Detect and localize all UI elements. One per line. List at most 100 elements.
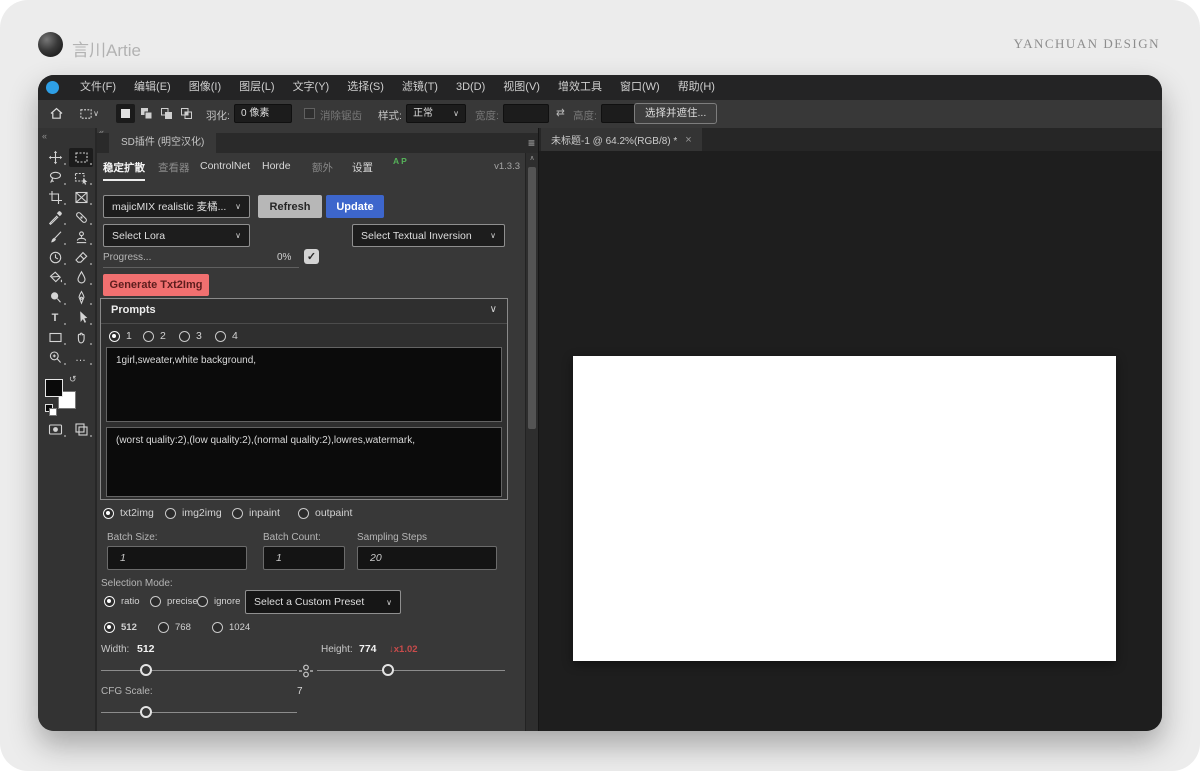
size-512-radio[interactable] xyxy=(104,622,115,633)
prompt-slot-3[interactable]: 3 xyxy=(179,330,202,342)
ratio-radio[interactable] xyxy=(104,596,115,607)
tool-move[interactable] xyxy=(43,148,67,167)
positive-prompt-textarea[interactable]: 1girl,sweater,white background, xyxy=(106,347,502,422)
tool-rect-marquee[interactable] xyxy=(69,148,93,167)
mode-inpaint-radio[interactable] xyxy=(232,508,243,519)
cfg-slider-track[interactable] xyxy=(101,712,297,713)
cfg-slider-knob[interactable] xyxy=(140,706,152,718)
tool-pen[interactable] xyxy=(69,288,93,307)
foreground-color-swatch[interactable] xyxy=(45,379,63,397)
reset-colors-icon[interactable]: ↺ xyxy=(69,374,77,385)
height-slider-track[interactable] xyxy=(317,670,505,671)
tool-dodge[interactable] xyxy=(43,288,67,307)
tool-crop[interactable] xyxy=(43,188,67,207)
tool-healing-brush[interactable] xyxy=(69,208,93,227)
selection-add-button[interactable] xyxy=(137,104,156,123)
size-1024-radio[interactable] xyxy=(212,622,223,633)
size-768-radio[interactable] xyxy=(158,622,169,633)
default-colors-icon[interactable] xyxy=(45,404,55,414)
tab-settings[interactable]: 设置 xyxy=(352,160,373,175)
size-1024[interactable]: 1024 xyxy=(212,622,250,633)
selection-subtract-button[interactable] xyxy=(157,104,176,123)
menu-item-file[interactable]: 文件(F) xyxy=(71,75,125,100)
prompts-header[interactable]: Prompts ∨ xyxy=(101,299,507,324)
width-slider[interactable] xyxy=(101,664,297,678)
custom-preset-select[interactable]: Select a Custom Preset ∨ xyxy=(245,590,401,614)
negative-prompt-textarea[interactable]: (worst quality:2),(low quality:2),(norma… xyxy=(106,427,502,497)
tool-more[interactable]: … xyxy=(69,348,93,367)
home-button[interactable] xyxy=(47,104,66,123)
tool-clone-stamp[interactable] xyxy=(69,228,93,247)
mode-img2img[interactable]: img2img xyxy=(165,507,222,519)
mode-inpaint[interactable]: inpaint xyxy=(232,507,280,519)
mode-img2img-radio[interactable] xyxy=(165,508,176,519)
prompt-slot-4[interactable]: 4 xyxy=(215,330,238,342)
menu-item-window[interactable]: 窗口(W) xyxy=(611,75,669,100)
collapse-toolbar-icon[interactable]: « xyxy=(42,131,47,141)
antialias-checkbox[interactable] xyxy=(304,108,315,119)
mode-txt2img[interactable]: txt2img xyxy=(103,507,154,519)
panel-scrollbar[interactable]: ∧ xyxy=(525,153,538,731)
prompt-slot-2[interactable]: 2 xyxy=(143,330,166,342)
sampling-steps-input[interactable]: 20 xyxy=(357,546,497,570)
tool-type[interactable]: T xyxy=(43,308,67,327)
ignore-radio[interactable] xyxy=(197,596,208,607)
tab-stable-diffusion[interactable]: 稳定扩散 xyxy=(103,160,145,181)
link-dimensions-icon[interactable] xyxy=(299,662,313,680)
update-button[interactable]: Update xyxy=(326,195,384,218)
menu-item-layer[interactable]: 图层(L) xyxy=(230,75,283,100)
batch-count-input[interactable]: 1 xyxy=(263,546,345,570)
textual-inversion-select[interactable]: Select Textual Inversion ∨ xyxy=(352,224,505,247)
swap-dimensions-icon[interactable]: ⇄ xyxy=(556,107,565,119)
height-slider-knob[interactable] xyxy=(382,664,394,676)
selection-mode-ratio[interactable]: ratio xyxy=(104,596,139,607)
screen-mode-button[interactable] xyxy=(69,420,93,439)
precise-radio[interactable] xyxy=(150,596,161,607)
tool-eraser[interactable] xyxy=(69,248,93,267)
selection-intersect-button[interactable] xyxy=(177,104,196,123)
refresh-button[interactable]: Refresh xyxy=(258,195,322,218)
width-slider-track[interactable] xyxy=(101,670,297,671)
size-512[interactable]: 512 xyxy=(104,622,137,633)
tool-object-selection[interactable] xyxy=(69,168,93,187)
scroll-up-icon[interactable]: ∧ xyxy=(526,154,538,162)
selection-new-button[interactable] xyxy=(116,104,135,123)
batch-size-input[interactable]: 1 xyxy=(107,546,247,570)
menu-item-help[interactable]: 帮助(H) xyxy=(669,75,724,100)
mode-outpaint[interactable]: outpaint xyxy=(298,507,352,519)
tab-horde[interactable]: Horde xyxy=(262,160,291,172)
mode-outpaint-radio[interactable] xyxy=(298,508,309,519)
tool-eyedropper[interactable] xyxy=(43,208,67,227)
tool-brush[interactable] xyxy=(43,228,67,247)
lora-select[interactable]: Select Lora ∨ xyxy=(103,224,250,247)
menu-item-image[interactable]: 图像(I) xyxy=(180,75,230,100)
tool-path-select[interactable] xyxy=(69,308,93,327)
prompt-slot-1[interactable]: 1 xyxy=(109,330,132,342)
prompt-slot-4-radio[interactable] xyxy=(215,331,226,342)
mode-txt2img-radio[interactable] xyxy=(103,508,114,519)
height-slider[interactable] xyxy=(317,664,505,678)
tool-hand[interactable] xyxy=(69,328,93,347)
width-slider-knob[interactable] xyxy=(140,664,152,676)
tool-preset-marquee[interactable]: ∨ xyxy=(74,104,104,123)
menu-item-edit[interactable]: 编辑(E) xyxy=(125,75,180,100)
tab-viewer[interactable]: 查看器 xyxy=(158,160,190,175)
scrollbar-thumb[interactable] xyxy=(528,167,536,429)
menu-item-3d[interactable]: 3D(D) xyxy=(447,75,494,100)
tool-frame[interactable] xyxy=(69,188,93,207)
menu-item-filter[interactable]: 滤镜(T) xyxy=(393,75,447,100)
selection-mode-ignore[interactable]: ignore xyxy=(197,596,240,607)
tab-extras[interactable]: 额外 xyxy=(312,160,333,175)
tool-history-brush[interactable] xyxy=(43,248,67,267)
prompt-slot-3-radio[interactable] xyxy=(179,331,190,342)
width-input[interactable] xyxy=(503,104,549,123)
document-canvas[interactable] xyxy=(573,356,1116,661)
style-select[interactable]: 正常 ∨ xyxy=(406,104,466,123)
document-tab[interactable]: 未标题-1 @ 64.2%(RGB/8) * × xyxy=(541,128,702,151)
quick-mask-button[interactable] xyxy=(43,420,67,439)
tool-lasso[interactable] xyxy=(43,168,67,187)
generate-txt2img-button[interactable]: Generate Txt2Img xyxy=(103,274,209,296)
menu-item-view[interactable]: 视图(V) xyxy=(494,75,549,100)
tool-blur[interactable] xyxy=(69,268,93,287)
size-768[interactable]: 768 xyxy=(158,622,191,633)
